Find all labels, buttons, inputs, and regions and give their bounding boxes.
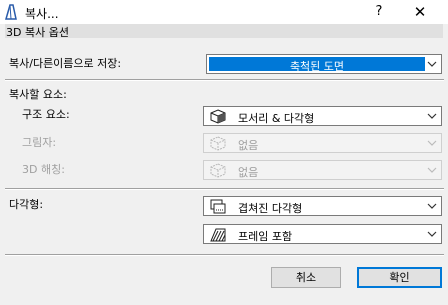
divider bbox=[5, 79, 444, 81]
chevron-down-icon bbox=[427, 140, 437, 146]
chevron-down-icon bbox=[427, 113, 437, 119]
save-as-dropdown[interactable]: 축척된 도면 bbox=[206, 54, 442, 74]
polygon-label: 다각형: bbox=[9, 198, 44, 211]
chevron-down-icon bbox=[427, 61, 437, 67]
polygon-overlap-dropdown[interactable]: 겹쳐진 다각형 bbox=[203, 196, 442, 216]
section-header: 3D 복사 옵션 bbox=[5, 24, 443, 39]
hatching-value: 없음 bbox=[238, 166, 259, 179]
divider bbox=[5, 254, 444, 256]
solid-cube-icon bbox=[210, 109, 226, 124]
archicad-app-icon bbox=[5, 4, 17, 20]
save-as-label: 복사/다른이름으로 저장: bbox=[9, 57, 122, 70]
chevron-down-icon bbox=[427, 203, 437, 209]
polygon-frame-value: 프레임 포함 bbox=[238, 230, 293, 243]
overlapping-polygon-icon bbox=[210, 199, 226, 214]
hatching-label: 3D 해칭: bbox=[22, 163, 65, 176]
hatching-dropdown[interactable]: 없음 bbox=[203, 160, 442, 180]
wireframe-cube-icon bbox=[210, 136, 226, 151]
save-as-value: 축척된 도면 bbox=[289, 60, 345, 73]
hatched-frame-icon bbox=[210, 228, 226, 242]
chevron-down-icon bbox=[427, 167, 437, 173]
divider bbox=[5, 188, 444, 190]
title-bar: 복사... ? ✕ bbox=[0, 0, 448, 24]
cancel-button[interactable]: 취소 bbox=[271, 267, 341, 288]
wireframe-cube-icon bbox=[210, 163, 226, 178]
window-title: 복사... bbox=[25, 7, 59, 21]
help-button[interactable]: ? bbox=[368, 2, 390, 22]
shadow-dropdown[interactable]: 없음 bbox=[203, 133, 442, 153]
polygon-frame-dropdown[interactable]: 프레임 포함 bbox=[203, 224, 442, 244]
structure-dropdown[interactable]: 모서리 & 다각형 bbox=[203, 106, 442, 126]
close-button[interactable]: ✕ bbox=[405, 2, 435, 22]
section-header-label: 3D 복사 옵션 bbox=[6, 26, 69, 39]
copy-elements-label: 복사할 요소: bbox=[9, 88, 67, 101]
shadow-value: 없음 bbox=[238, 139, 259, 152]
structure-label: 구조 요소: bbox=[22, 108, 70, 121]
ok-button[interactable]: 확인 bbox=[357, 267, 442, 288]
save-as-selected: 축척된 도면 bbox=[209, 57, 425, 73]
chevron-down-icon bbox=[427, 231, 437, 237]
structure-value: 모서리 & 다각형 bbox=[238, 112, 315, 125]
polygon-overlap-value: 겹쳐진 다각형 bbox=[238, 202, 303, 215]
shadow-label: 그림자: bbox=[22, 136, 57, 149]
